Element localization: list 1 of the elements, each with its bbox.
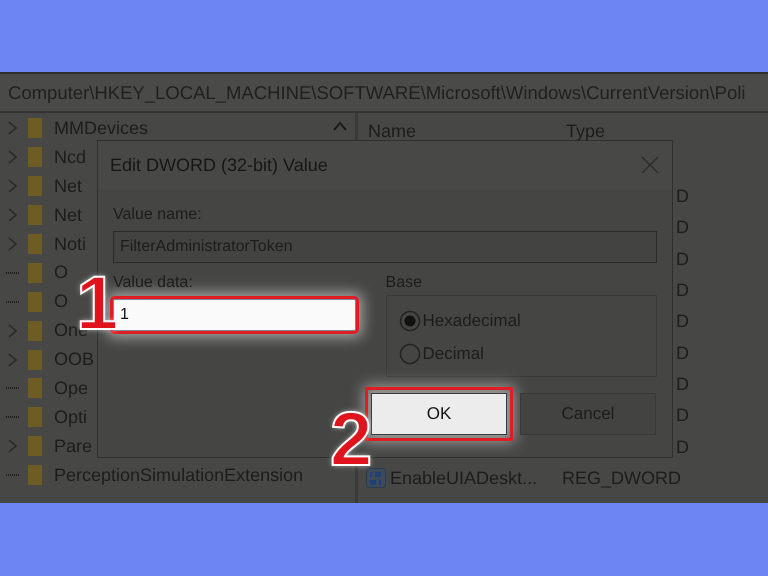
step-number: 2 (330, 402, 372, 478)
